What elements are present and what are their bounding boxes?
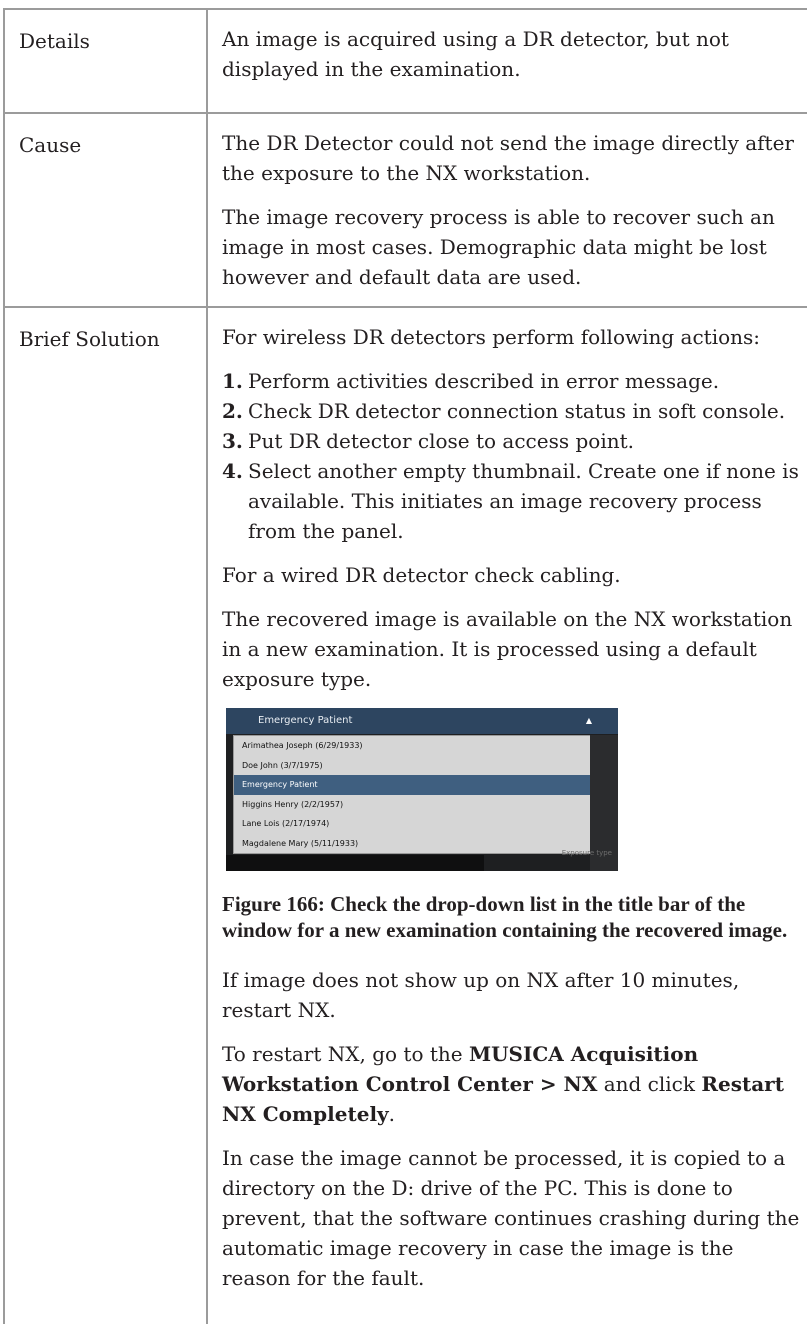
row-label-brief-solution: Brief Solution [3, 306, 208, 1324]
row-content-brief-solution: For wireless DR detectors perform follow… [207, 306, 807, 1324]
in-case-note: In case the image cannot be processed, i… [222, 1146, 800, 1290]
solution-steps-list: 1. Perform activities described in error … [222, 366, 807, 546]
row-content-details: An image is acquired using a DR detector… [207, 8, 807, 113]
step-text: Select another empty thumbnail. Create o… [248, 459, 799, 543]
menu-separator: > [532, 1072, 564, 1096]
step-text: Check DR detector connection status in s… [248, 399, 786, 423]
table-row-brief-solution: Brief Solution For wireless DR detectors… [3, 306, 807, 1324]
row-content-cause: The DR Detector could not send the image… [207, 112, 807, 307]
patient-dropdown-screenshot: Emergency Patient ▲ Arimathea Joseph (6/… [226, 708, 618, 871]
cause-paragraph-1: The DR Detector could not send the image… [222, 131, 794, 185]
dropdown-option[interactable]: Arimathea Joseph (6/29/1933) [234, 736, 591, 756]
wired-note: For a wired DR detector check cabling. [222, 563, 621, 587]
step-number: 3. [222, 429, 243, 453]
restart-text: and click [597, 1072, 702, 1096]
nx-menu-name: NX [563, 1072, 598, 1096]
document-page: Details An image is acquired using a DR … [0, 0, 807, 1324]
background-panel [226, 855, 484, 871]
step-number: 4. [222, 459, 243, 483]
dropdown-option[interactable]: Magdalene Mary (5/11/1933) [234, 834, 591, 854]
dropdown-title-bar[interactable]: Emergency Patient ▲ [226, 708, 618, 734]
step-text: Put DR detector close to access point. [248, 429, 634, 453]
row-label-cause: Cause [3, 112, 208, 307]
list-item: 1. Perform activities described in error … [222, 366, 807, 396]
restart-text: . [388, 1102, 396, 1126]
dropdown-title-label: Emergency Patient [258, 715, 353, 726]
dropdown-option[interactable]: Lane Lois (2/17/1974) [234, 814, 591, 834]
dropdown-option-selected[interactable]: Emergency Patient [234, 775, 591, 795]
list-item: 2. Check DR detector connection status in… [222, 396, 807, 426]
restart-instructions: To restart NX, go to the MUSICA Acquisit… [222, 1039, 807, 1129]
list-item: 3. Put DR detector close to access point. [222, 426, 807, 456]
solution-intro: For wireless DR detectors perform follow… [222, 325, 761, 349]
not-show-note: If image does not show up on NX after 10… [222, 968, 740, 1022]
figure-caption: Figure 166: Check the drop-down list in … [222, 892, 788, 942]
dropdown-option[interactable]: Higgins Henry (2/2/1957) [234, 795, 591, 815]
list-item: 4. Select another empty thumbnail. Create… [222, 456, 807, 546]
chevron-up-icon[interactable]: ▲ [586, 708, 592, 734]
step-text: Perform activities described in error me… [248, 369, 720, 393]
patient-dropdown-list: Arimathea Joseph (6/29/1933) Doe John (3… [233, 735, 592, 854]
dropdown-option[interactable]: Doe John (3/7/1975) [234, 756, 591, 776]
troubleshooting-table: Details An image is acquired using a DR … [3, 8, 807, 1324]
exposure-type-label: Exposure type [561, 849, 612, 857]
recovered-note: The recovered image is available on the … [222, 607, 793, 691]
step-number: 2. [222, 399, 243, 423]
table-row-details: Details An image is acquired using a DR … [3, 8, 807, 113]
details-text: An image is acquired using a DR detector… [222, 27, 729, 81]
row-label-details: Details [3, 8, 208, 113]
restart-text: To restart NX, go to the [222, 1042, 469, 1066]
cause-paragraph-2: The image recovery process is able to re… [222, 205, 775, 289]
table-row-cause: Cause The DR Detector could not send the… [3, 112, 807, 307]
step-number: 1. [222, 369, 243, 393]
